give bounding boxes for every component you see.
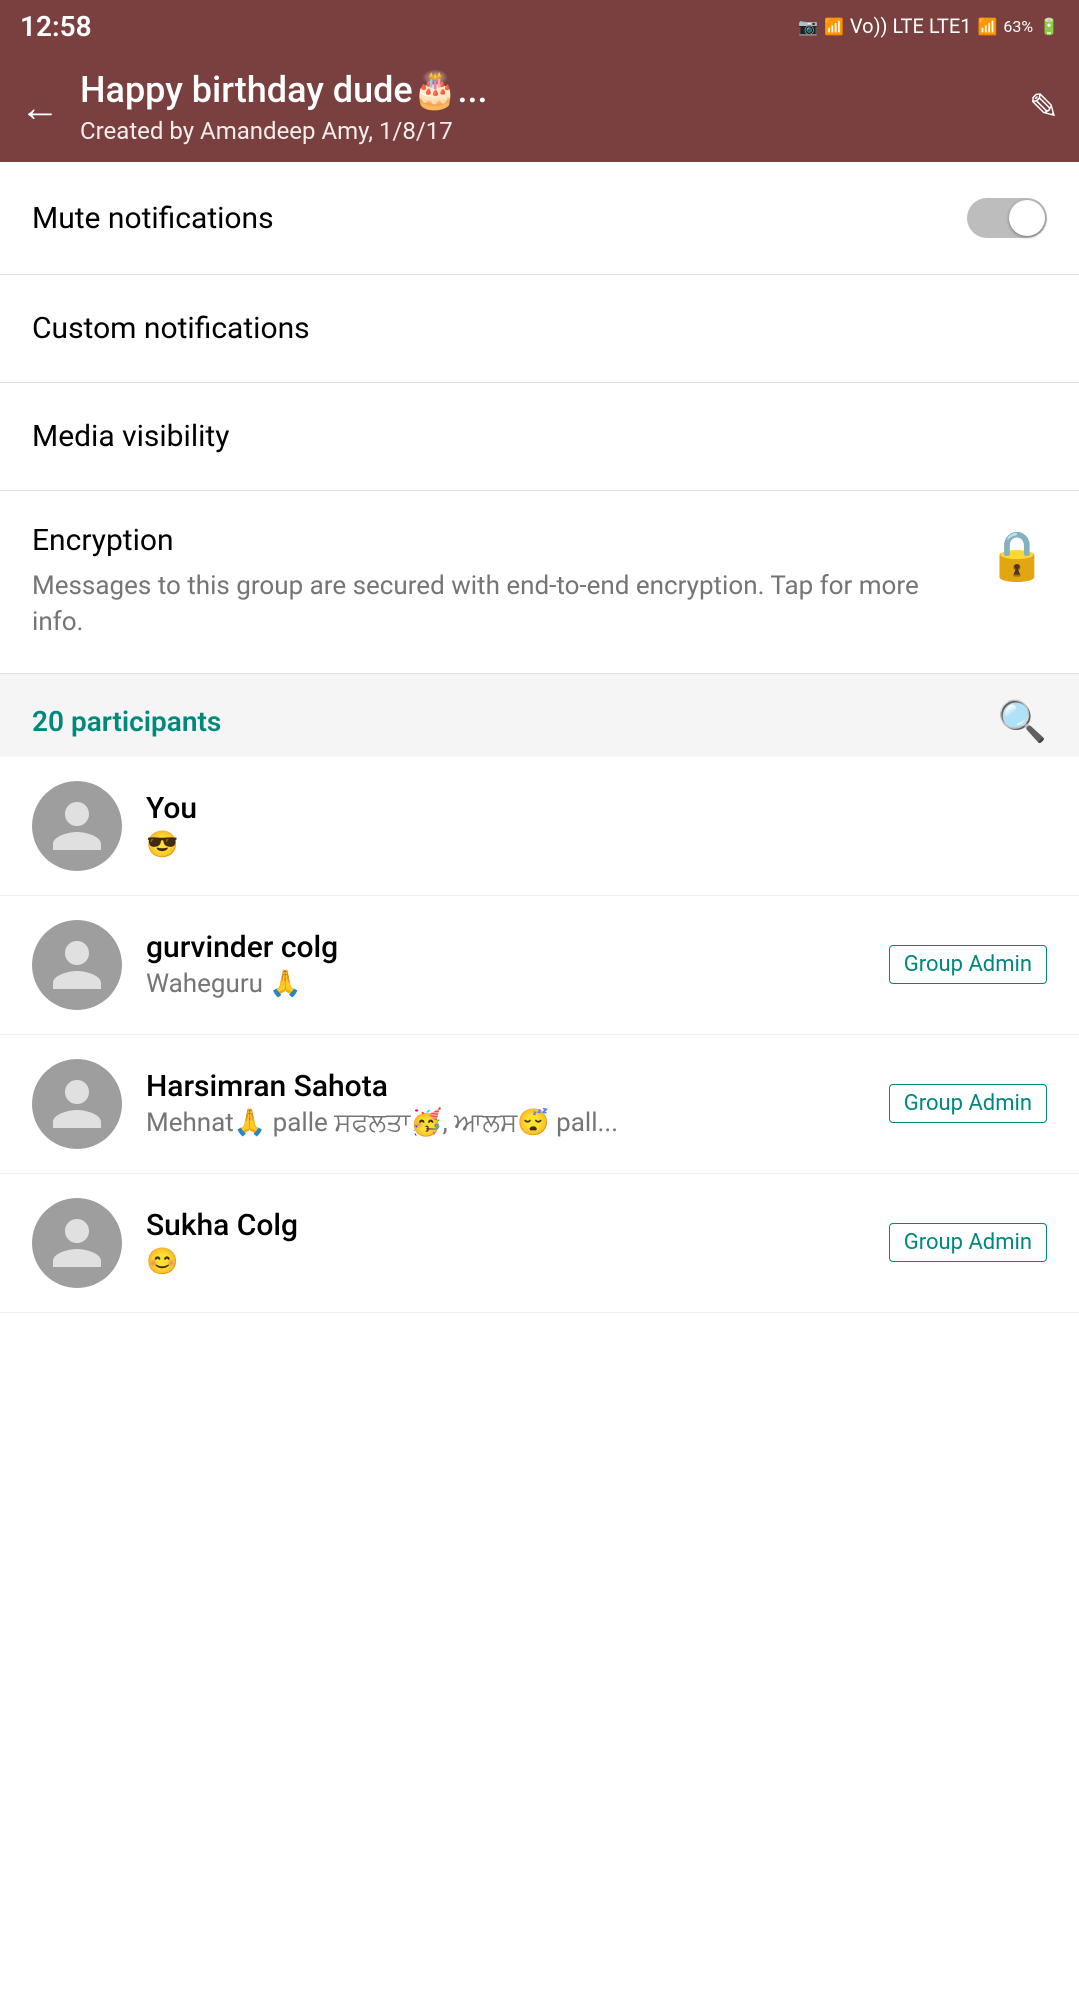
mute-toggle[interactable] (967, 198, 1047, 238)
wifi-icon: 📶 (824, 17, 844, 36)
participant-info: gurvinder colg Waheguru 🙏 (146, 930, 889, 999)
media-visibility-row[interactable]: Media visibility (0, 383, 1079, 491)
back-button[interactable]: ← (20, 84, 60, 131)
participants-section-header: 20 participants 🔍 (0, 674, 1079, 757)
avatar (32, 781, 122, 871)
avatar-placeholder (32, 1059, 122, 1149)
list-item[interactable]: Harsimran Sahota Mehnat🙏 palle ਸਫਲਤਾ🥳, ਆ… (0, 1035, 1079, 1174)
participant-info: Sukha Colg 😊 (146, 1208, 889, 1277)
encryption-title: Encryption (32, 523, 967, 558)
avatar-placeholder (32, 1198, 122, 1288)
status-bar: 12:58 📷 📶 Vo)) LTE LTE1 📶 63% 🔋 (0, 0, 1079, 52)
avatar (32, 1198, 122, 1288)
media-visibility-label: Media visibility (32, 419, 229, 454)
network-label: Vo)) LTE LTE1 (850, 14, 972, 38)
participant-info: You 😎 (146, 791, 1047, 860)
participant-status: Waheguru 🙏 (146, 969, 889, 999)
participants-list: You 😎 gurvinder colg Waheguru 🙏 Group Ad… (0, 757, 1079, 1313)
battery-icon: 🔋 (1039, 17, 1059, 36)
participant-name: You (146, 791, 1047, 826)
battery-label: 63% (1003, 17, 1033, 36)
custom-notifications-row[interactable]: Custom notifications (0, 275, 1079, 383)
header-info: Happy birthday dude🎂... Created by Amand… (80, 69, 1009, 144)
network-icon: 📷 (798, 17, 818, 36)
group-title: Happy birthday dude🎂... (80, 69, 1009, 112)
toggle-knob (1009, 200, 1045, 236)
avatar (32, 920, 122, 1010)
avatar-placeholder (32, 781, 122, 871)
group-admin-badge: Group Admin (889, 1223, 1047, 1262)
settings-section: Mute notifications Custom notifications … (0, 162, 1079, 674)
avatar-placeholder (32, 920, 122, 1010)
edit-button[interactable]: ✎ (1029, 86, 1059, 128)
participant-info: Harsimran Sahota Mehnat🙏 palle ਸਫਲਤਾ🥳, ਆ… (146, 1069, 889, 1139)
participant-name: Harsimran Sahota (146, 1069, 889, 1104)
mute-notifications-row[interactable]: Mute notifications (0, 162, 1079, 275)
participant-name: Sukha Colg (146, 1208, 889, 1243)
mute-notifications-label: Mute notifications (32, 201, 274, 236)
encryption-description: Messages to this group are secured with … (32, 568, 967, 641)
list-item[interactable]: Sukha Colg 😊 Group Admin (0, 1174, 1079, 1313)
group-header: ← Happy birthday dude🎂... Created by Ama… (0, 52, 1079, 162)
encryption-text: Encryption Messages to this group are se… (32, 523, 967, 641)
participant-name: gurvinder colg (146, 930, 889, 965)
participant-status: 😎 (146, 830, 1047, 860)
participant-status: Mehnat🙏 palle ਸਫਲਤਾ🥳, ਆਲਸ😴 pall... (146, 1108, 889, 1139)
list-item[interactable]: gurvinder colg Waheguru 🙏 Group Admin (0, 896, 1079, 1035)
status-icons: 📷 📶 Vo)) LTE LTE1 📶 63% 🔋 (798, 14, 1059, 38)
group-admin-badge: Group Admin (889, 1084, 1047, 1123)
group-subtitle: Created by Amandeep Amy, 1/8/17 (80, 117, 1009, 145)
group-admin-badge: Group Admin (889, 945, 1047, 984)
time: 12:58 (20, 10, 92, 43)
participants-count: 20 participants (32, 705, 221, 738)
signal-bars: 📶 (977, 17, 997, 36)
participants-search-icon[interactable]: 🔍 (997, 698, 1047, 745)
participant-status: 😊 (146, 1247, 889, 1277)
custom-notifications-label: Custom notifications (32, 311, 310, 346)
avatar (32, 1059, 122, 1149)
encryption-row[interactable]: Encryption Messages to this group are se… (0, 491, 1079, 674)
list-item[interactable]: You 😎 (0, 757, 1079, 896)
lock-icon: 🔒 (987, 527, 1047, 584)
